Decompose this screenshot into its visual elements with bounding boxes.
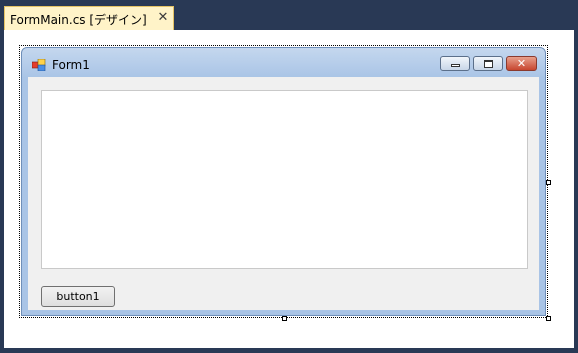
tab-title: FormMain.cs [デザイン] xyxy=(10,13,147,27)
textbox1[interactable] xyxy=(41,90,528,269)
close-button[interactable]: ✕ xyxy=(506,56,537,71)
form-app-icon xyxy=(32,59,46,71)
maximize-icon xyxy=(483,59,493,68)
maximize-button[interactable] xyxy=(473,56,503,71)
minimize-icon xyxy=(450,64,460,67)
tab-close-icon[interactable]: ✕ xyxy=(155,10,171,26)
close-icon: ✕ xyxy=(516,56,527,70)
design-surface[interactable]: Form1 ✕ button1 xyxy=(4,30,574,348)
minimize-button[interactable] xyxy=(440,56,470,71)
resize-handle-bottom-right[interactable] xyxy=(546,316,551,321)
resize-handle-right[interactable] xyxy=(546,180,551,185)
button1[interactable]: button1 xyxy=(41,286,115,307)
tab-formmain-design[interactable]: FormMain.cs [デザイン] ✕ xyxy=(4,6,174,30)
resize-handle-bottom[interactable] xyxy=(282,316,287,321)
form-client-area: button1 xyxy=(28,77,539,310)
form-title-bar: Form1 ✕ xyxy=(22,48,545,77)
form1-window[interactable]: Form1 ✕ button1 xyxy=(21,47,546,316)
form-title: Form1 xyxy=(52,58,90,72)
